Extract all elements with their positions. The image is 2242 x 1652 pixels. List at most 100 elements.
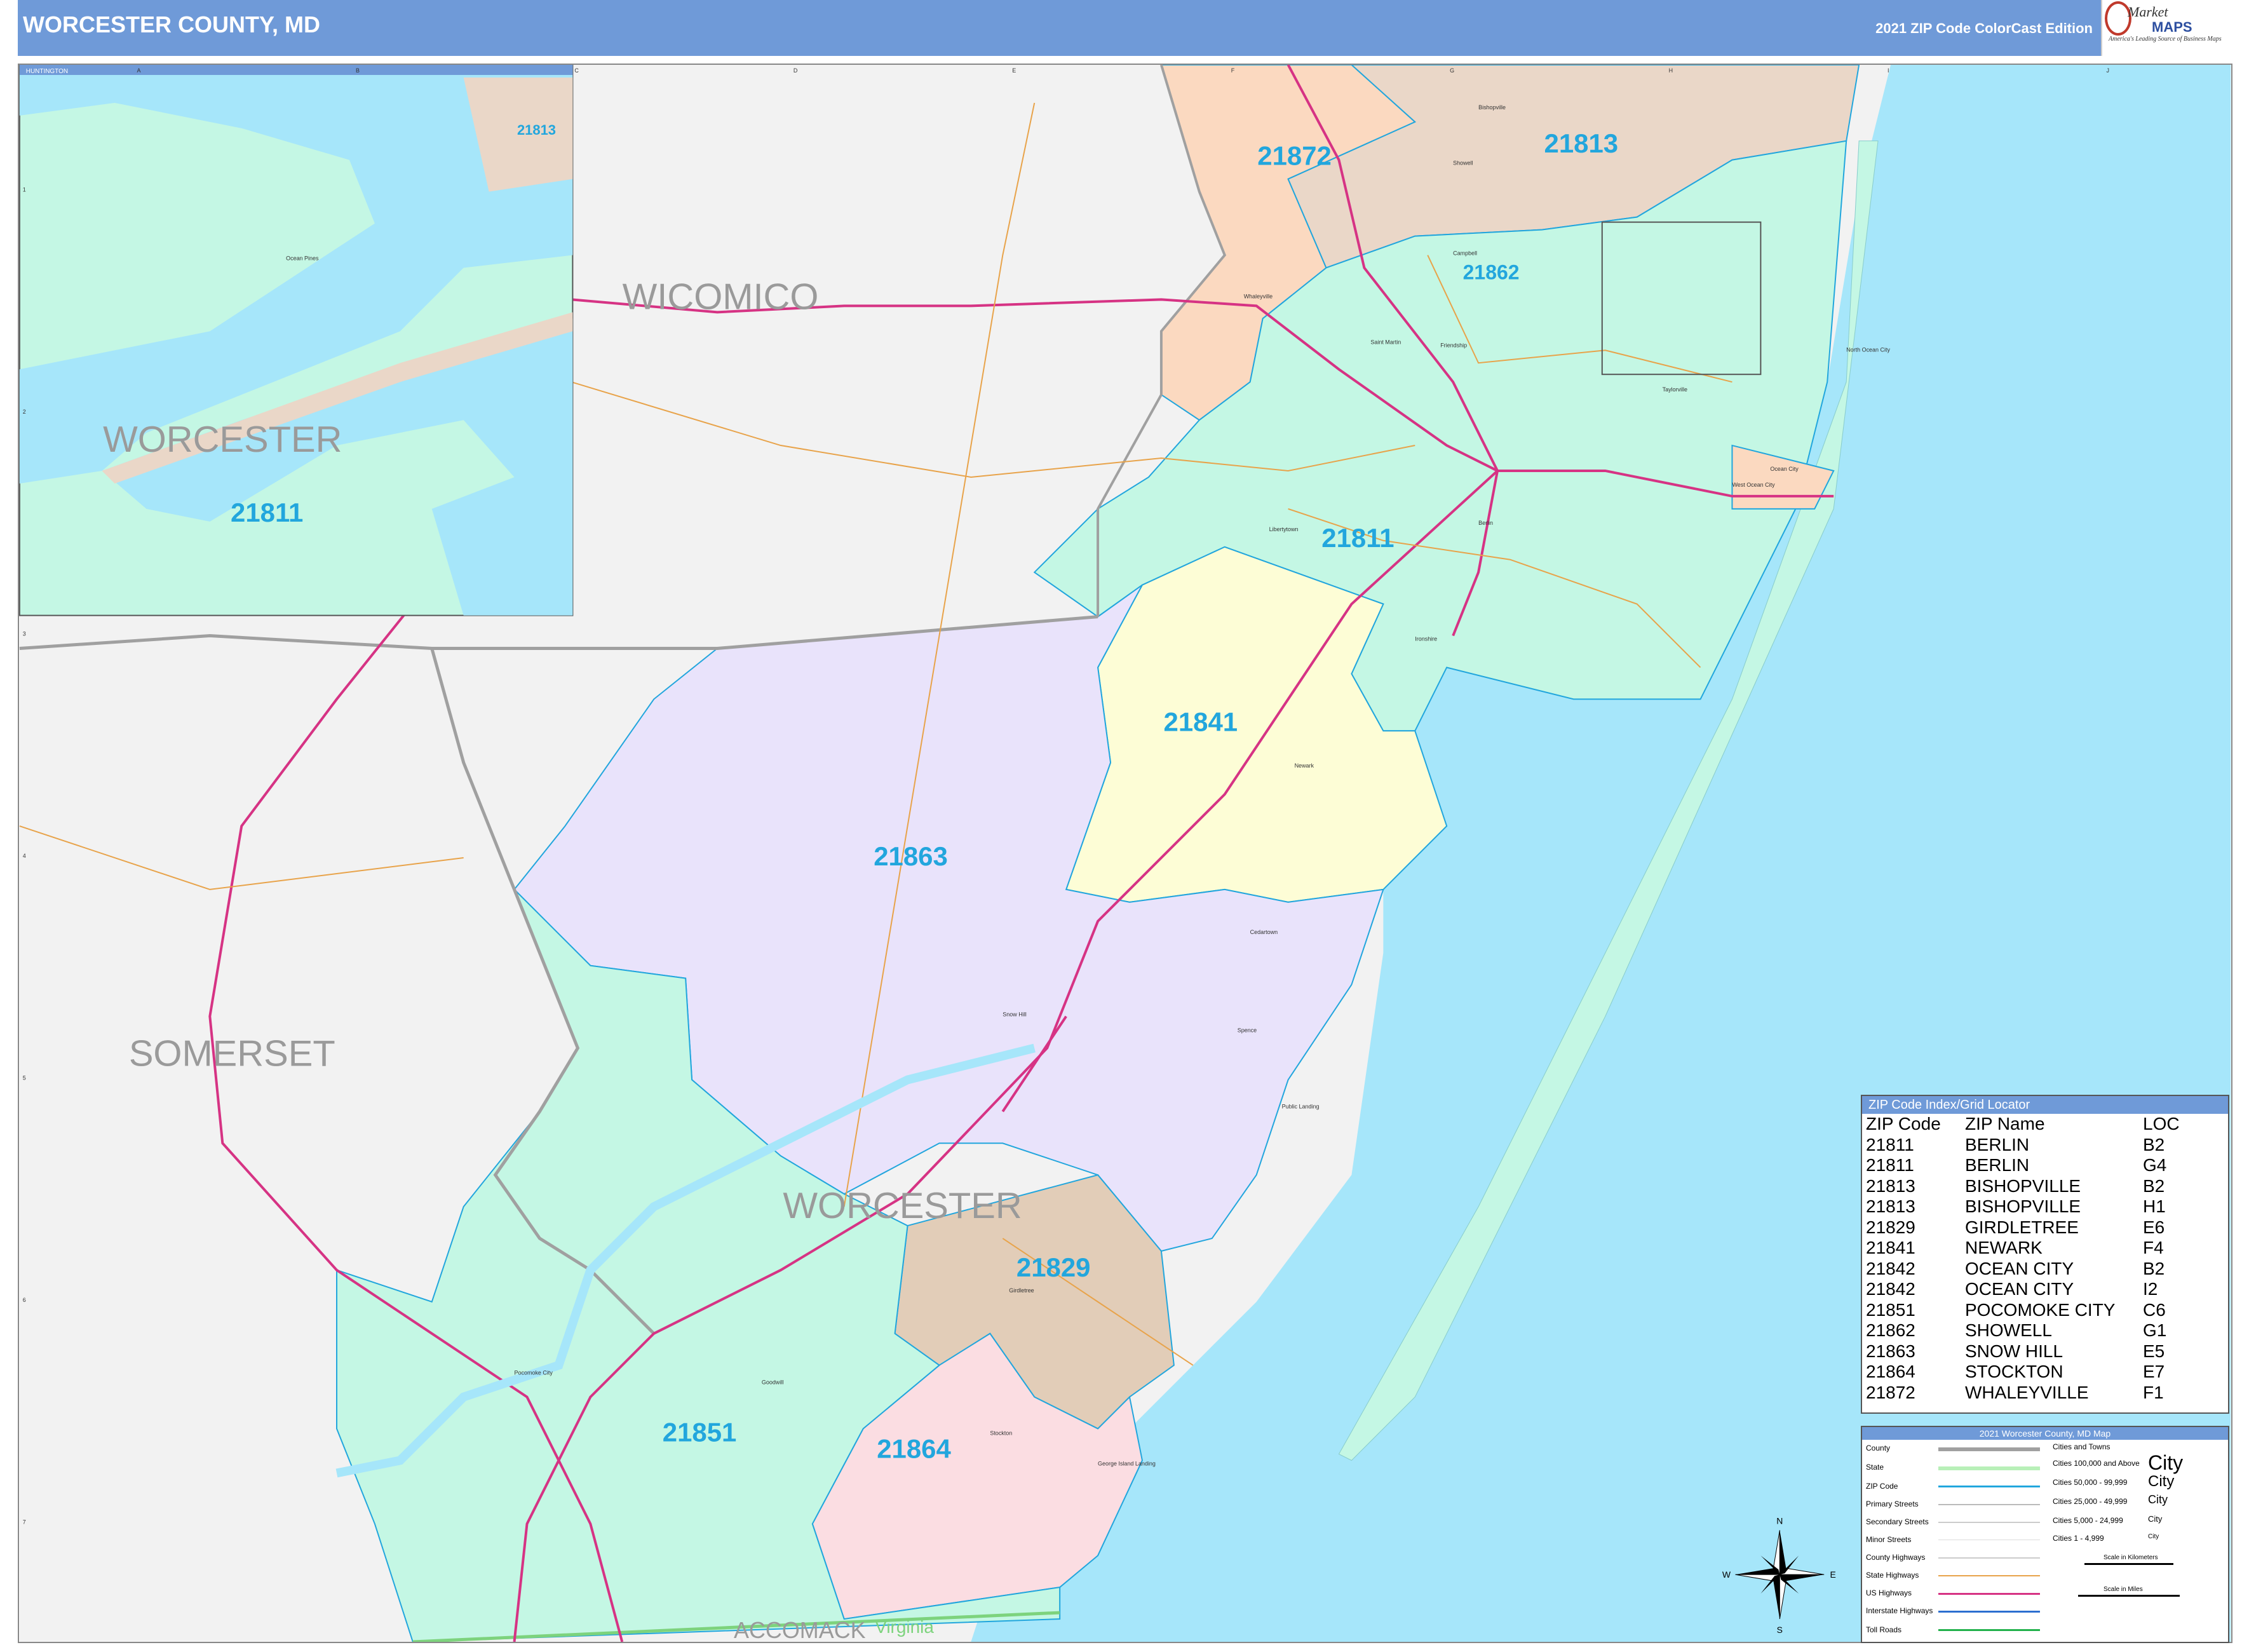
zip-label-21813: 21813 (1544, 128, 1619, 158)
table-row: 21829 GIRDLETREE E6 (1866, 1217, 2180, 1238)
map-header: WORCESTER COUNTY, MD 2021 ZIP Code Color… (18, 0, 2232, 56)
place-public-landing: Public Landing (1282, 1103, 1320, 1109)
legend-label-county: County (1866, 1444, 1891, 1452)
state-label-virginia: Virginia (875, 1617, 934, 1637)
grid-row-4: 4 (23, 853, 26, 859)
table-row: 21841 NEWARK F4 (1866, 1238, 2180, 1259)
loc-cell: B2 (2143, 1258, 2165, 1278)
loc-cell: F4 (2143, 1238, 2164, 1257)
grid-col-b: B (356, 67, 360, 74)
zip-cell: 21842 (1866, 1279, 1915, 1299)
legend-label-state-hwy: State Highways (1866, 1571, 1919, 1580)
logo-text-market: Market (2128, 4, 2168, 20)
grid-col-h: H (1669, 67, 1673, 74)
legend-city-class-3: Cities 25,000 - 49,999 (2053, 1497, 2128, 1506)
zip-name-cell: GIRDLETREE (1965, 1217, 2079, 1237)
zip-label-21864: 21864 (877, 1433, 951, 1463)
zip-name-cell: OCEAN CITY (1965, 1279, 2074, 1299)
zip-cell: 21863 (1866, 1341, 1915, 1361)
loc-cell: H1 (2143, 1196, 2166, 1216)
compass-s: S (1777, 1625, 1783, 1635)
place-libertytown: Libertytown (1269, 526, 1299, 532)
place-cedartown: Cedartown (1250, 929, 1278, 935)
legend-label-secondary: Secondary Streets (1866, 1517, 1929, 1526)
county-label-worcester: WORCESTER (783, 1186, 1022, 1226)
loc-cell: E6 (2143, 1217, 2165, 1237)
zip-cell: 21813 (1866, 1175, 1915, 1196)
zip-name-cell: SNOW HILL (1965, 1341, 2063, 1361)
grid-row-3: 3 (23, 631, 26, 637)
legend-scale-mi: Scale in Miles (2104, 1586, 2143, 1593)
zip-name-cell: BISHOPVILLE (1965, 1196, 2081, 1216)
place-girdletree: Girdletree (1009, 1287, 1034, 1294)
grid-row-5: 5 (23, 1074, 26, 1081)
zip-label-21811: 21811 (1321, 523, 1394, 553)
inset-title: HUNTINGTON (26, 68, 68, 75)
place-showell: Showell (1453, 160, 1473, 166)
logo-tagline: America's Leading Source of Business Map… (2109, 36, 2222, 43)
grid-col-f: F (1231, 67, 1235, 74)
legend-label-us-hwy: US Highways (1866, 1588, 1912, 1597)
grid-row-2: 2 (23, 409, 26, 415)
county-label-accomack: ACCOMACK (734, 1617, 866, 1643)
zip-cell: 21811 (1866, 1155, 1914, 1175)
grid-col-d: D (793, 67, 798, 74)
zip-label-21829: 21829 (1016, 1252, 1091, 1282)
zip-cell: 21829 (1866, 1217, 1915, 1237)
zip-name-cell: BISHOPVILLE (1965, 1175, 2081, 1196)
grid-col-e: E (1012, 67, 1016, 74)
legend-scale-km: Scale in Kilometers (2104, 1554, 2158, 1561)
legend-label-interstate: Interstate Highways (1866, 1606, 1933, 1615)
inset-header-bar (19, 65, 573, 75)
legend-label-minor: Minor Streets (1866, 1535, 1912, 1544)
compass-e: E (1830, 1569, 1836, 1580)
legend-city-sample-1: City (2148, 1451, 2184, 1474)
zip-cell: 21841 (1866, 1238, 1915, 1257)
table-row: 21813 BISHOPVILLE H1 (1866, 1196, 2180, 1217)
legend-line-us-hwy (1938, 1593, 2040, 1595)
place-ocean-city: Ocean City (1770, 466, 1799, 472)
legend-scale-km-bar (2084, 1563, 2173, 1565)
grid-row-7: 7 (23, 1519, 26, 1525)
zip-name-cell: STOCKTON (1965, 1362, 2063, 1381)
inset-zip-label-21813: 21813 (517, 122, 556, 138)
inset-map[interactable]: HUNTINGTON 21813 WORCESTER 21811 Ocean P… (19, 65, 574, 616)
inset-place-ocean-pines: Ocean Pines (286, 255, 319, 262)
legend-line-county-hwy (1938, 1557, 2040, 1559)
compass-w: W (1722, 1569, 1731, 1580)
zip-index-table: ZIP Code ZIP Name LOC 21811 BERLIN B2 2181… (1866, 1114, 2180, 1403)
table-row: 21842 OCEAN CITY I2 (1866, 1279, 2180, 1300)
place-george-island-landing: George Island Landing (1098, 1460, 1156, 1466)
legend-scale-mi-bar (2078, 1595, 2180, 1597)
place-goodwill: Goodwill (762, 1379, 783, 1386)
zip-cell: 21872 (1866, 1382, 1915, 1402)
place-saint-martin: Saint Martin (1370, 339, 1401, 345)
zip-name-cell: BERLIN (1965, 1134, 2030, 1154)
zip-cell: 21842 (1866, 1258, 1915, 1278)
legend-line-interstate (1938, 1611, 2040, 1613)
legend-label-toll: Toll Roads (1866, 1625, 1902, 1634)
place-berlin: Berlin (1478, 520, 1493, 526)
zip-index-title: ZIP Code Index/Grid Locator (1862, 1096, 2228, 1114)
edition-label: 2021 ZIP Code ColorCast Edition (1875, 20, 2093, 36)
loc-cell: B2 (2143, 1175, 2165, 1196)
place-north-ocean-city: North Ocean City (1846, 346, 1890, 353)
zip-code-index: ZIP Code Index/Grid Locator ZIP Code ZIP… (1861, 1095, 2229, 1414)
grid-col-a: A (137, 67, 141, 74)
legend-city-class-1: Cities 100,000 and Above (2053, 1459, 2140, 1468)
inset-county-label: WORCESTER (103, 419, 342, 460)
table-row: 21842 OCEAN CITY B2 (1866, 1259, 2180, 1280)
legend-title: 2021 Worcester County, MD Map (1862, 1427, 2228, 1440)
zip-index-header-name: ZIP Name (1965, 1114, 2045, 1134)
legend-line-secondary (1938, 1522, 2040, 1523)
zip-name-cell: SHOWELL (1965, 1320, 2052, 1340)
table-row: 21863 SNOW HILL E5 (1866, 1341, 2180, 1362)
table-row: 21813 BISHOPVILLE B2 (1866, 1176, 2180, 1197)
inset-zip-label-21811: 21811 (231, 498, 303, 527)
table-row: 21811 BERLIN B2 (1866, 1135, 2180, 1156)
legend-city-class-2: Cities 50,000 - 99,999 (2053, 1478, 2128, 1487)
loc-cell: E7 (2143, 1362, 2165, 1381)
place-west-ocean-city: West Ocean City (1732, 482, 1775, 488)
zip-name-cell: BERLIN (1965, 1155, 2030, 1175)
legend-line-toll (1938, 1629, 2040, 1631)
